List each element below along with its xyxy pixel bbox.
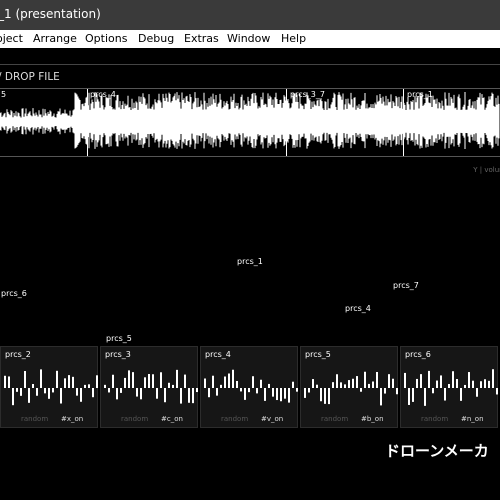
waveform-label: prcs_3_7 — [290, 90, 325, 99]
marker-3[interactable] — [403, 89, 404, 156]
window-title: _1 (presentation) — [0, 7, 101, 21]
key-label: #b_on — [361, 415, 384, 423]
key-label: #c_on — [161, 415, 183, 423]
random-label[interactable]: random — [221, 415, 248, 423]
process-node[interactable]: prcs_4 — [345, 304, 371, 313]
process-panel[interactable]: prcs_6 random #n_on — [400, 346, 498, 428]
menu-options[interactable]: Options — [85, 32, 127, 45]
drop-file-label[interactable]: / DROP FILE — [0, 71, 60, 83]
waveform-label: prcs_4 — [90, 90, 116, 99]
panel-title: prcs_2 — [5, 350, 31, 359]
menu-project[interactable]: oject — [0, 32, 23, 45]
random-label[interactable]: random — [21, 415, 48, 423]
marker-2[interactable] — [286, 89, 287, 156]
waveform-track[interactable]: 5 prcs_4 prcs_3_7 prcs_1 — [0, 88, 500, 157]
random-label[interactable]: random — [421, 415, 448, 423]
menu-help[interactable]: Help — [281, 32, 306, 45]
menu-bar: oject Arrange Options Debug Extras Windo… — [0, 30, 500, 48]
random-label[interactable]: random — [321, 415, 348, 423]
key-label: #x_on — [61, 415, 84, 423]
drone-maker-title: ドローンメーカ — [385, 442, 489, 460]
key-label: #v_on — [261, 415, 284, 423]
process-panel[interactable]: prcs_5 random #b_on — [300, 346, 398, 428]
random-label[interactable]: random — [121, 415, 148, 423]
panel-bar-graph — [304, 371, 398, 406]
waveform-label: prcs_1 — [407, 90, 433, 99]
panel-bar-graph — [404, 369, 498, 406]
process-panel[interactable]: prcs_3 random #c_on — [100, 346, 198, 428]
menu-arrange[interactable]: Arrange — [33, 32, 77, 45]
panel-title: prcs_6 — [405, 350, 431, 359]
menu-debug[interactable]: Debug — [138, 32, 174, 45]
panel-bar-graph — [204, 369, 298, 403]
process-node[interactable]: prcs_7 — [393, 281, 419, 290]
panel-bar-graph — [4, 369, 98, 406]
process-node[interactable]: prcs_6 — [1, 289, 27, 298]
title-bar: _1 (presentation) — [0, 0, 500, 30]
panel-title: prcs_3 — [105, 350, 131, 359]
panel-title: prcs_5 — [305, 350, 331, 359]
axis-hint: Y | volum — [473, 166, 500, 174]
menu-window[interactable]: Window — [227, 32, 270, 45]
process-panel[interactable]: prcs_2 random #x_on — [0, 346, 98, 428]
waveform — [0, 92, 500, 149]
key-label: #n_on — [461, 415, 484, 423]
waveform-label: 5 — [1, 90, 7, 99]
marker-1[interactable] — [87, 89, 88, 156]
menu-extras[interactable]: Extras — [184, 32, 219, 45]
process-panel[interactable]: prcs_4 random #v_on — [200, 346, 298, 428]
process-node[interactable]: prcs_5 — [106, 334, 132, 343]
panel-title: prcs_4 — [205, 350, 231, 359]
panel-bar-graph — [104, 369, 198, 404]
process-node[interactable]: prcs_1 — [237, 257, 263, 266]
divider — [0, 64, 500, 65]
